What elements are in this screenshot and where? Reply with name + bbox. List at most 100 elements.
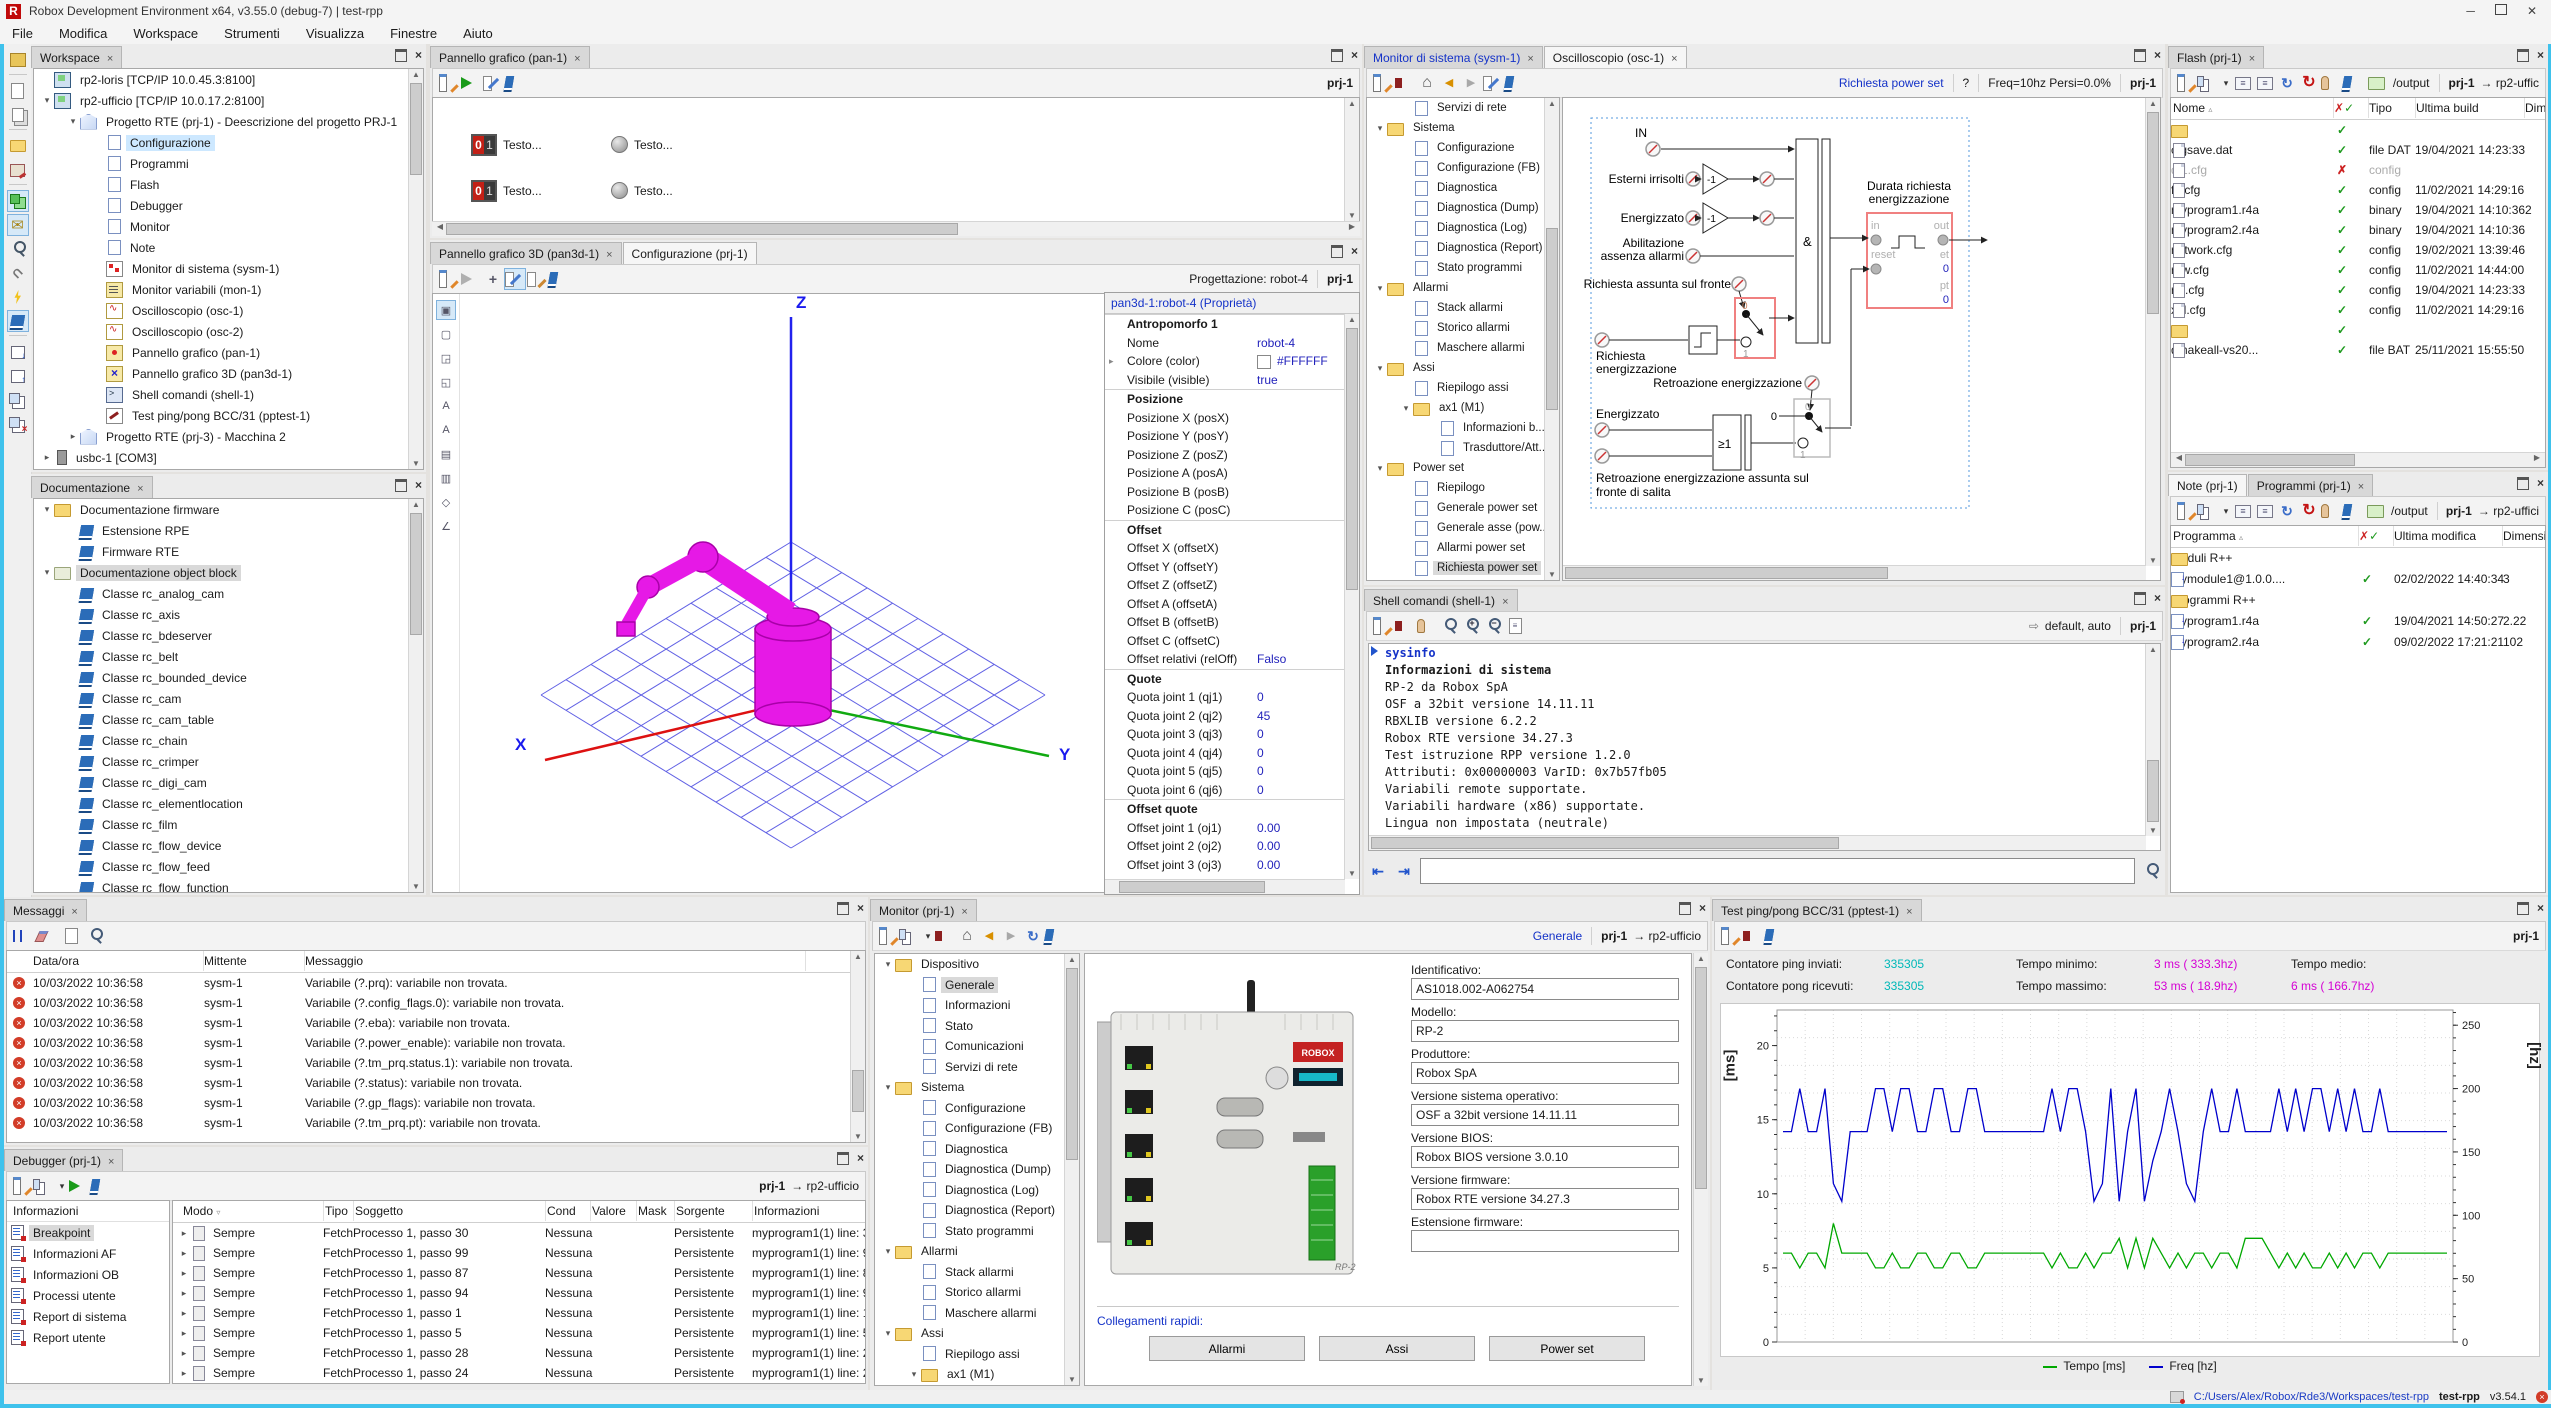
column-header-status[interactable]: ✗✓	[2332, 98, 2369, 118]
3d-tool-icon[interactable]: ◱	[436, 372, 456, 392]
message-row[interactable]: 10/03/2022 10:36:58 sysm-1 Variabile (?.…	[7, 1093, 865, 1113]
tab-note[interactable]: Note (prj-1)	[2168, 474, 2247, 496]
3d-tool-icon[interactable]: ◲	[436, 348, 456, 368]
help-book-icon[interactable]	[1765, 926, 1785, 946]
tab-flash[interactable]: Flash (prj-1)	[2168, 46, 2264, 68]
3d-tool-icon[interactable]: ∠	[436, 516, 456, 536]
property-row[interactable]: Posizione X (posX)	[1105, 409, 1345, 428]
tree-item[interactable]: Classe rc_chain	[34, 730, 423, 751]
float-panel-icon[interactable]	[2517, 477, 2529, 490]
build-all-icon[interactable]: ≡	[2233, 73, 2253, 93]
windows-icon[interactable]	[901, 926, 921, 946]
expander-icon[interactable]: ▾	[881, 1082, 895, 1093]
tab-close-icon[interactable]	[1899, 904, 1912, 918]
reload-icon[interactable]: ↻	[2299, 73, 2319, 93]
tree-item[interactable]: Pannello grafico 3D (pan3d-1)	[34, 363, 423, 384]
dropdown-icon[interactable]: ▾	[2221, 501, 2231, 521]
tree-item[interactable]: Servizi di rete	[875, 1057, 1079, 1078]
expander-icon[interactable]: ▸	[40, 452, 54, 463]
tree-item[interactable]: Generale	[875, 975, 1079, 996]
tree-item[interactable]: Allarmi power set	[1367, 538, 1559, 558]
expander-icon[interactable]: ▸	[177, 1363, 191, 1383]
help-book-icon[interactable]	[2343, 73, 2363, 93]
tab-close-icon[interactable]	[1664, 51, 1677, 65]
tree-item[interactable]: ▸ Progetto RTE (prj-3) - Macchina 2	[34, 426, 423, 447]
tree-item[interactable]: Classe rc_film	[34, 814, 423, 835]
edit-object-icon[interactable]	[527, 269, 547, 289]
tree-item[interactable]: Riepilogo assi	[1367, 378, 1559, 398]
float-panel-icon[interactable]	[395, 479, 407, 492]
3d-tool-icon[interactable]: ▣	[436, 300, 456, 320]
column-header[interactable]: Mittente	[202, 951, 305, 971]
edit-mode-icon[interactable]	[505, 269, 525, 289]
tree-item[interactable]: Configurazione	[1367, 138, 1559, 158]
quick-link-button[interactable]: Allarmi	[1149, 1336, 1305, 1361]
tab-close-icon[interactable]	[2242, 51, 2255, 65]
file-row[interactable]: fb.cfg ✓ config 11/02/2021 14:29:16	[2171, 180, 2545, 200]
float-panel-icon[interactable]	[837, 902, 849, 915]
column-header[interactable]: Messaggio	[303, 951, 806, 971]
open-windows-icon[interactable]	[8, 105, 28, 125]
scrollbar[interactable]: ▲▼	[1544, 98, 1559, 580]
scrollbar[interactable]: ▲▼	[408, 499, 423, 892]
scrollbar[interactable]	[1105, 879, 1345, 894]
tree-item[interactable]: Classe rc_flow_feed	[34, 856, 423, 877]
breakpoint-row[interactable]: ▸ Sempre Fetch Processo 1, passo 30 Ness…	[173, 1223, 865, 1243]
toolbar-separator[interactable]	[9, 335, 27, 338]
info-list-item[interactable]: Informazioni OB	[7, 1264, 169, 1285]
cascade-windows-icon[interactable]	[8, 390, 28, 410]
menu-item[interactable]: Modifica	[59, 26, 107, 41]
build-all-icon[interactable]: ≡	[2233, 501, 2253, 521]
3d-viewport[interactable]: Z X Y	[459, 294, 1107, 893]
column-header[interactable]: Data/ora	[31, 951, 204, 971]
stop-icon[interactable]	[1395, 616, 1415, 636]
tab-workspace[interactable]: Workspace	[31, 46, 122, 68]
property-row[interactable]: Offset C (offsetC)	[1105, 632, 1345, 651]
menu-item[interactable]: File	[12, 26, 33, 41]
toolbar-separator[interactable]	[9, 129, 27, 132]
tree-item[interactable]: Monitor variabili (mon-1)	[34, 279, 423, 300]
toolbar-separator[interactable]	[9, 74, 27, 77]
tab-oscilloscope[interactable]: Oscilloscopio (osc-1)	[1544, 46, 1687, 68]
tab-programs[interactable]: Programmi (prj-1)	[2248, 474, 2373, 496]
tab-close-icon[interactable]	[1495, 594, 1508, 608]
search-icon[interactable]	[85, 926, 105, 946]
help-book-icon[interactable]	[549, 269, 569, 289]
breakpoint-row[interactable]: ▸ Sempre Fetch Processo 1, passo 94 Ness…	[173, 1283, 865, 1303]
tab-shell[interactable]: Shell comandi (shell-1)	[1364, 589, 1518, 611]
info-list-item[interactable]: Report utente	[7, 1327, 169, 1348]
tree-item[interactable]: Generale asse (pow...	[1367, 518, 1559, 538]
shell-command-input[interactable]	[1420, 858, 2135, 884]
tab-configuration[interactable]: Configurazione (prj-1)	[623, 242, 757, 264]
3d-tool-icon[interactable]: ▤	[436, 444, 456, 464]
program-row[interactable]: ▾ Moduli R++	[2171, 548, 2545, 569]
tree-item[interactable]: Monitor di sistema (sysm-1)	[34, 258, 423, 279]
info-list-item[interactable]: Report di sistema	[7, 1306, 169, 1327]
tree-item[interactable]: ▾ Sistema	[1367, 118, 1559, 138]
properties-icon[interactable]	[439, 269, 459, 289]
tree-item[interactable]: Debugger	[34, 195, 423, 216]
expander-icon[interactable]: ▾	[1373, 363, 1387, 374]
shell-mode[interactable]: default, auto	[2045, 619, 2111, 633]
tab-close-icon[interactable]	[2351, 479, 2364, 493]
log-icon[interactable]	[2170, 1391, 2184, 1403]
next-window-icon[interactable]	[8, 342, 28, 362]
tree-item[interactable]: ▾ Assi	[875, 1323, 1079, 1344]
info-list-item[interactable]: Processi utente	[7, 1285, 169, 1306]
expander-icon[interactable]: ▾	[881, 1328, 895, 1339]
tree-item[interactable]: ▾ rp2-ufficio [TCP/IP 10.0.17.2:8100]	[34, 90, 423, 111]
tree-item[interactable]: Test ping/pong BCC/31 (pptest-1)	[34, 405, 423, 426]
sync-icon[interactable]: ↻	[1023, 926, 1043, 946]
tree-item[interactable]: Classe rc_cam	[34, 688, 423, 709]
tree-item[interactable]: ▾ Documentazione firmware	[34, 499, 423, 520]
build-icon[interactable]: ≡	[2255, 501, 2275, 521]
property-row[interactable]: Quota joint 3 (qj3) 0	[1105, 725, 1345, 744]
tree-item[interactable]: Storico allarmi	[1367, 318, 1559, 338]
property-row[interactable]: Posizione C (posC)	[1105, 501, 1345, 520]
tree-item[interactable]: Stato programmi	[1367, 258, 1559, 278]
tree-item[interactable]: Diagnostica (Dump)	[875, 1159, 1079, 1180]
move-view-icon[interactable]: +	[483, 269, 503, 289]
properties-icon[interactable]	[13, 1176, 33, 1196]
message-row[interactable]: 10/03/2022 10:36:58 sysm-1 Variabile (?.…	[7, 1073, 865, 1093]
float-panel-icon[interactable]	[395, 49, 407, 62]
